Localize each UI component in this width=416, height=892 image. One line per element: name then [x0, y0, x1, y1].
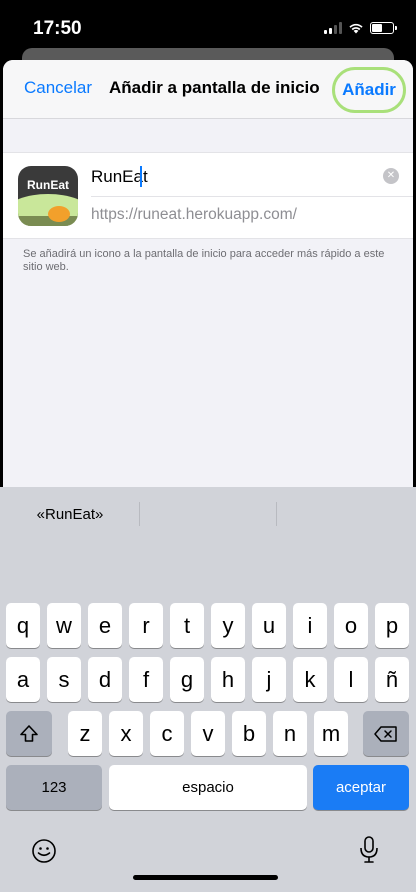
key-e[interactable]: e: [88, 603, 122, 648]
key-u[interactable]: u: [252, 603, 286, 648]
battery-icon: [370, 22, 397, 34]
app-name-input[interactable]: [91, 163, 351, 191]
divider: [91, 196, 413, 197]
web-clip-card: RunEat ✕ https://runeat.herokuapp.com/: [3, 152, 413, 239]
key-t[interactable]: t: [170, 603, 204, 648]
key-q[interactable]: q: [6, 603, 40, 648]
add-button-label: Añadir: [342, 80, 396, 99]
key-w[interactable]: w: [47, 603, 81, 648]
key-a[interactable]: a: [6, 657, 40, 702]
key-y[interactable]: y: [211, 603, 245, 648]
key-x[interactable]: x: [109, 711, 143, 756]
navigation-bar: Cancelar Añadir a pantalla de inicio Aña…: [3, 60, 413, 119]
key-i[interactable]: i: [293, 603, 327, 648]
key-h[interactable]: h: [211, 657, 245, 702]
space-key[interactable]: espacio: [109, 765, 307, 810]
emoji-icon[interactable]: [29, 836, 59, 866]
key-n[interactable]: n: [273, 711, 307, 756]
status-time: 17:50: [33, 18, 82, 39]
divider: [276, 502, 277, 526]
numbers-key[interactable]: 123: [6, 765, 102, 810]
key-m[interactable]: m: [314, 711, 348, 756]
clear-text-icon[interactable]: ✕: [383, 168, 399, 184]
key-j[interactable]: j: [252, 657, 286, 702]
cancel-button[interactable]: Cancelar: [24, 78, 92, 98]
key-o[interactable]: o: [334, 603, 368, 648]
key-p[interactable]: p: [375, 603, 409, 648]
divider: [139, 502, 140, 526]
app-icon: RunEat: [18, 166, 78, 226]
delete-key[interactable]: [363, 711, 409, 756]
suggestion-item[interactable]: «RunEat»: [0, 487, 140, 542]
footnote-text: Se añadirá un icono a la pantalla de ini…: [23, 248, 385, 273]
key-v[interactable]: v: [191, 711, 225, 756]
shift-key[interactable]: [6, 711, 52, 756]
home-indicator[interactable]: [133, 875, 278, 880]
key-n-tilde[interactable]: ñ: [375, 657, 409, 702]
shift-icon: [20, 724, 38, 742]
key-g[interactable]: g: [170, 657, 204, 702]
key-k[interactable]: k: [293, 657, 327, 702]
key-l[interactable]: l: [334, 657, 368, 702]
key-r[interactable]: r: [129, 603, 163, 648]
wifi-icon: [349, 23, 363, 34]
key-c[interactable]: c: [150, 711, 184, 756]
keyboard: «RunEat» q w e r t y u i o p a s d f g h…: [0, 487, 416, 892]
key-f[interactable]: f: [129, 657, 163, 702]
suggestion-bar: «RunEat»: [0, 487, 416, 542]
site-url: https://runeat.herokuapp.com/: [91, 206, 297, 223]
cellular-signal-icon: [324, 22, 342, 34]
sheet-title: Añadir a pantalla de inicio: [109, 78, 320, 97]
key-s[interactable]: s: [47, 657, 81, 702]
backspace-icon: [374, 725, 397, 742]
return-key[interactable]: aceptar: [313, 765, 409, 810]
add-button[interactable]: Añadir: [332, 67, 406, 113]
key-d[interactable]: d: [88, 657, 122, 702]
key-b[interactable]: b: [232, 711, 266, 756]
microphone-icon[interactable]: [354, 835, 384, 865]
key-z[interactable]: z: [68, 711, 102, 756]
status-icons: [324, 22, 397, 34]
text-cursor: [140, 166, 142, 187]
app-icon-brand: RunEat: [27, 178, 69, 192]
